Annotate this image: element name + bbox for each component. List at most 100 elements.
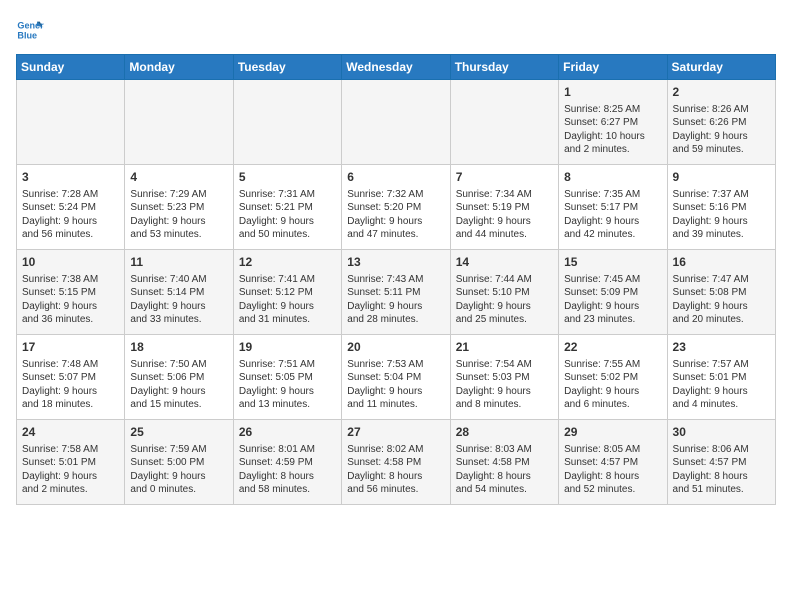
day-info: Sunrise: 7:57 AM Sunset: 5:01 PM Dayligh…	[673, 358, 770, 412]
weekday-header-friday: Friday	[559, 55, 667, 80]
calendar-cell: 16 Sunrise: 7:47 AM Sunset: 5:08 PM Dayli…	[667, 250, 775, 335]
day-info: Sunrise: 8:02 AM Sunset: 4:58 PM Dayligh…	[347, 443, 444, 497]
calendar-cell: 5 Sunrise: 7:31 AM Sunset: 5:21 PM Daylig…	[233, 165, 341, 250]
calendar-cell: 14 Sunrise: 7:44 AM Sunset: 5:10 PM Dayli…	[450, 250, 558, 335]
day-number: 20	[347, 339, 444, 356]
day-info: Sunrise: 7:59 AM Sunset: 5:00 PM Dayligh…	[130, 443, 227, 497]
day-info: Sunrise: 7:58 AM Sunset: 5:01 PM Dayligh…	[22, 443, 119, 497]
calendar-cell	[342, 80, 450, 165]
day-number: 14	[456, 254, 553, 271]
calendar-cell: 12Sunrise: 7:41 AM Sunset: 5:12 PM Dayli…	[233, 250, 341, 335]
day-info: Sunrise: 7:50 AM Sunset: 5:06 PM Dayligh…	[130, 358, 227, 412]
calendar-week-3: 10 Sunrise: 7:38 AM Sunset: 5:15 PM Dayli…	[17, 250, 776, 335]
calendar-cell: 10 Sunrise: 7:38 AM Sunset: 5:15 PM Dayli…	[17, 250, 125, 335]
day-info: Sunrise: 7:40 AM Sunset: 5:14 PM Dayligh…	[130, 273, 227, 327]
calendar-header: SundayMondayTuesdayWednesdayThursdayFrid…	[17, 55, 776, 80]
day-number: 26	[239, 424, 336, 441]
calendar-cell: 7 Sunrise: 7:34 AM Sunset: 5:19 PM Daylig…	[450, 165, 558, 250]
day-number: 18	[130, 339, 227, 356]
day-number: 24	[22, 424, 119, 441]
day-info: Sunrise: 7:43 AM Sunset: 5:11 PM Dayligh…	[347, 273, 444, 327]
calendar-cell: 20 Sunrise: 7:53 AM Sunset: 5:04 PM Dayli…	[342, 335, 450, 420]
day-number: 10	[22, 254, 119, 271]
logo-icon: General Blue	[16, 16, 44, 44]
calendar-cell: 1 Sunrise: 8:25 AM Sunset: 6:27 PM Daylig…	[559, 80, 667, 165]
day-number: 28	[456, 424, 553, 441]
calendar-week-4: 17 Sunrise: 7:48 AM Sunset: 5:07 PM Dayli…	[17, 335, 776, 420]
day-info: Sunrise: 7:51 AM Sunset: 5:05 PM Dayligh…	[239, 358, 336, 412]
day-number: 30	[673, 424, 770, 441]
calendar-week-1: 1 Sunrise: 8:25 AM Sunset: 6:27 PM Daylig…	[17, 80, 776, 165]
day-number: 13	[347, 254, 444, 271]
calendar-cell: 29Sunrise: 8:05 AM Sunset: 4:57 PM Dayli…	[559, 420, 667, 505]
day-number: 6	[347, 169, 444, 186]
calendar-cell: 17 Sunrise: 7:48 AM Sunset: 5:07 PM Dayli…	[17, 335, 125, 420]
day-number: 11	[130, 254, 227, 271]
calendar-week-5: 24 Sunrise: 7:58 AM Sunset: 5:01 PM Dayli…	[17, 420, 776, 505]
day-info: Sunrise: 8:03 AM Sunset: 4:58 PM Dayligh…	[456, 443, 553, 497]
day-info: Sunrise: 8:01 AM Sunset: 4:59 PM Dayligh…	[239, 443, 336, 497]
calendar-cell: 27 Sunrise: 8:02 AM Sunset: 4:58 PM Dayli…	[342, 420, 450, 505]
calendar-cell: 11 Sunrise: 7:40 AM Sunset: 5:14 PM Dayli…	[125, 250, 233, 335]
svg-text:Blue: Blue	[17, 30, 37, 40]
calendar-cell: 3Sunrise: 7:28 AM Sunset: 5:24 PM Daylig…	[17, 165, 125, 250]
weekday-header-tuesday: Tuesday	[233, 55, 341, 80]
calendar-cell: 15 Sunrise: 7:45 AM Sunset: 5:09 PM Dayli…	[559, 250, 667, 335]
day-info: Sunrise: 7:38 AM Sunset: 5:15 PM Dayligh…	[22, 273, 119, 327]
calendar-cell: 24 Sunrise: 7:58 AM Sunset: 5:01 PM Dayli…	[17, 420, 125, 505]
day-number: 2	[673, 84, 770, 101]
day-number: 29	[564, 424, 661, 441]
day-info: Sunrise: 7:48 AM Sunset: 5:07 PM Dayligh…	[22, 358, 119, 412]
calendar-cell: 13 Sunrise: 7:43 AM Sunset: 5:11 PM Dayli…	[342, 250, 450, 335]
calendar-cell: 30 Sunrise: 8:06 AM Sunset: 4:57 PM Dayli…	[667, 420, 775, 505]
day-info: Sunrise: 7:34 AM Sunset: 5:19 PM Dayligh…	[456, 188, 553, 242]
calendar-cell: 28 Sunrise: 8:03 AM Sunset: 4:58 PM Dayli…	[450, 420, 558, 505]
day-info: Sunrise: 8:06 AM Sunset: 4:57 PM Dayligh…	[673, 443, 770, 497]
day-number: 1	[564, 84, 661, 101]
day-info: Sunrise: 8:25 AM Sunset: 6:27 PM Dayligh…	[564, 103, 661, 157]
weekday-header-thursday: Thursday	[450, 55, 558, 80]
day-number: 16	[673, 254, 770, 271]
day-number: 8	[564, 169, 661, 186]
day-number: 21	[456, 339, 553, 356]
day-number: 15	[564, 254, 661, 271]
day-number: 9	[673, 169, 770, 186]
calendar-cell: 19 Sunrise: 7:51 AM Sunset: 5:05 PM Dayli…	[233, 335, 341, 420]
calendar-cell: 18 Sunrise: 7:50 AM Sunset: 5:06 PM Dayli…	[125, 335, 233, 420]
day-number: 19	[239, 339, 336, 356]
day-info: Sunrise: 7:55 AM Sunset: 5:02 PM Dayligh…	[564, 358, 661, 412]
day-info: Sunrise: 7:45 AM Sunset: 5:09 PM Dayligh…	[564, 273, 661, 327]
calendar-cell	[233, 80, 341, 165]
day-info: Sunrise: 7:47 AM Sunset: 5:08 PM Dayligh…	[673, 273, 770, 327]
day-info: Sunrise: 7:44 AM Sunset: 5:10 PM Dayligh…	[456, 273, 553, 327]
calendar-cell	[125, 80, 233, 165]
weekday-header-sunday: Sunday	[17, 55, 125, 80]
day-info: Sunrise: 7:31 AM Sunset: 5:21 PM Dayligh…	[239, 188, 336, 242]
day-info: Sunrise: 7:37 AM Sunset: 5:16 PM Dayligh…	[673, 188, 770, 242]
day-info: Sunrise: 7:29 AM Sunset: 5:23 PM Dayligh…	[130, 188, 227, 242]
calendar-body: 1 Sunrise: 8:25 AM Sunset: 6:27 PM Daylig…	[17, 80, 776, 505]
calendar-cell: 23 Sunrise: 7:57 AM Sunset: 5:01 PM Dayli…	[667, 335, 775, 420]
day-number: 7	[456, 169, 553, 186]
weekday-header-wednesday: Wednesday	[342, 55, 450, 80]
page-header: General Blue	[16, 16, 776, 44]
day-number: 23	[673, 339, 770, 356]
calendar-cell: 6Sunrise: 7:32 AM Sunset: 5:20 PM Daylig…	[342, 165, 450, 250]
day-number: 3	[22, 169, 119, 186]
calendar-cell: 21Sunrise: 7:54 AM Sunset: 5:03 PM Dayli…	[450, 335, 558, 420]
logo: General Blue	[16, 16, 44, 44]
day-number: 27	[347, 424, 444, 441]
day-info: Sunrise: 7:35 AM Sunset: 5:17 PM Dayligh…	[564, 188, 661, 242]
day-info: Sunrise: 7:53 AM Sunset: 5:04 PM Dayligh…	[347, 358, 444, 412]
day-number: 4	[130, 169, 227, 186]
calendar-cell	[450, 80, 558, 165]
calendar-cell	[17, 80, 125, 165]
calendar-cell: 25Sunrise: 7:59 AM Sunset: 5:00 PM Dayli…	[125, 420, 233, 505]
weekday-header-saturday: Saturday	[667, 55, 775, 80]
calendar-cell: 9 Sunrise: 7:37 AM Sunset: 5:16 PM Daylig…	[667, 165, 775, 250]
calendar-cell: 8 Sunrise: 7:35 AM Sunset: 5:17 PM Daylig…	[559, 165, 667, 250]
weekday-header-row: SundayMondayTuesdayWednesdayThursdayFrid…	[17, 55, 776, 80]
day-number: 5	[239, 169, 336, 186]
day-number: 22	[564, 339, 661, 356]
day-number: 17	[22, 339, 119, 356]
